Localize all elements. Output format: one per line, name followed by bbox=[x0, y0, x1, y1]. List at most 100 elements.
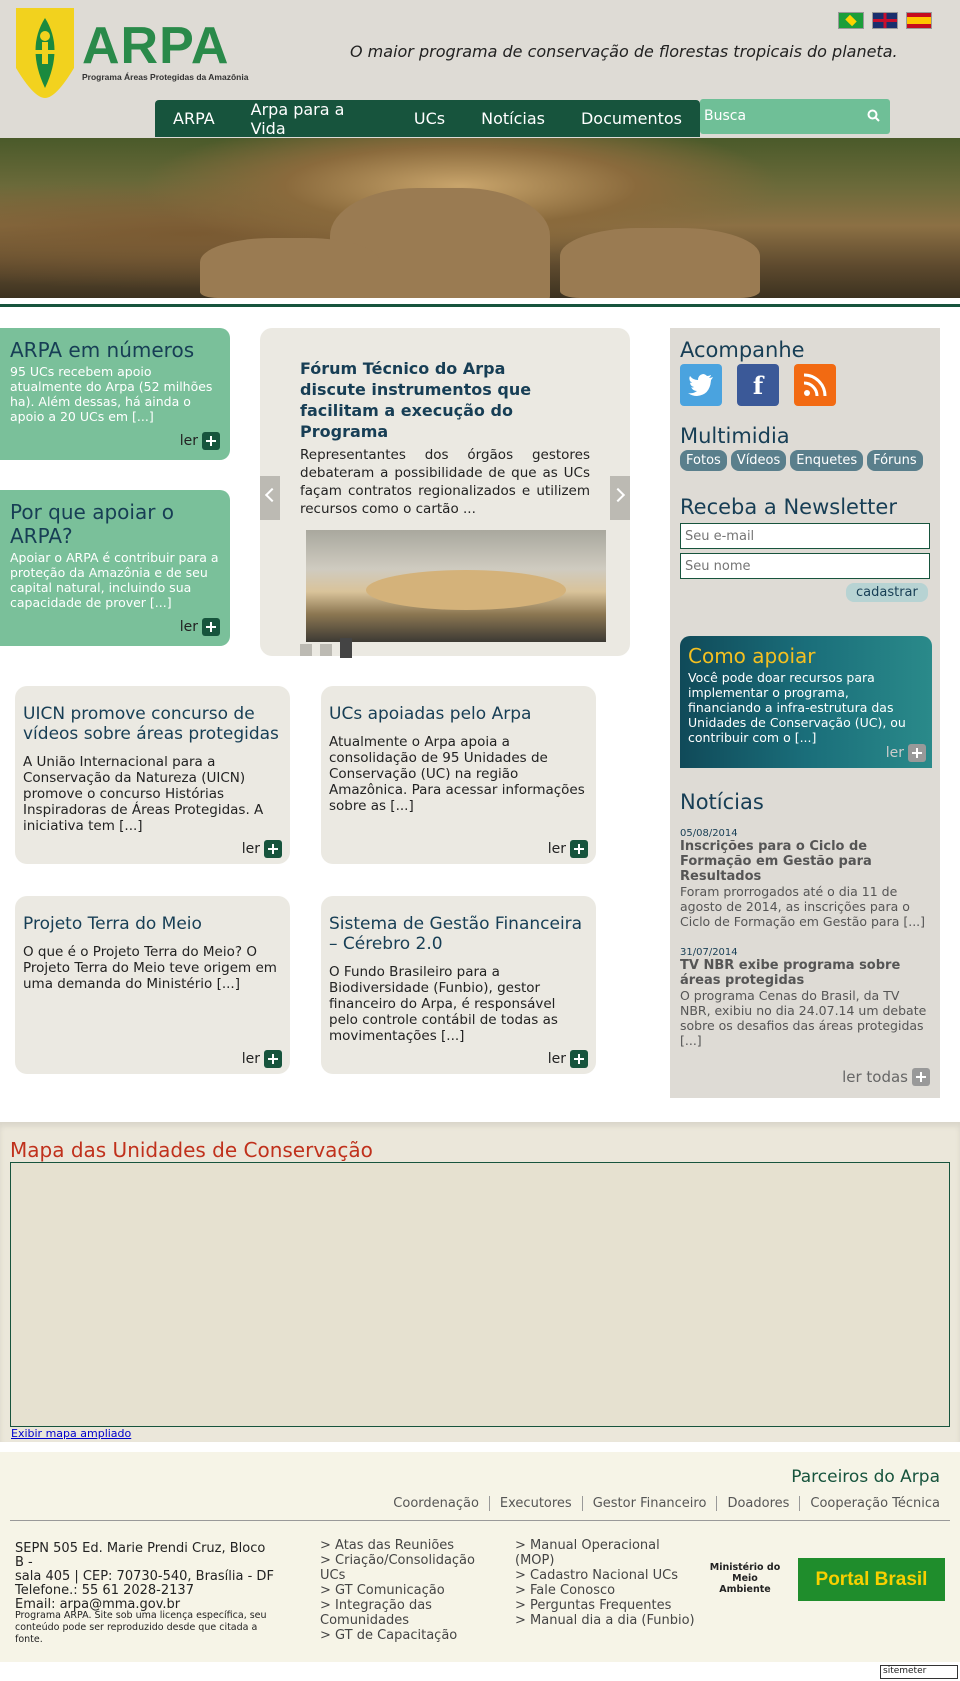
card-text: O Fundo Brasileiro para a Biodiversidade… bbox=[329, 964, 558, 1044]
carousel-pager bbox=[300, 638, 352, 658]
footer-link[interactable]: > Manual Operacional (MOP) bbox=[515, 1538, 695, 1568]
card-title[interactable]: UICN promove concurso de vídeos sobre ár… bbox=[23, 704, 282, 744]
logo-subtitle: Programa Áreas Protegidas da Amazônia bbox=[82, 72, 249, 82]
read-more-link[interactable]: ler bbox=[180, 618, 220, 636]
tag-enquetes[interactable]: Enquetes bbox=[790, 450, 864, 471]
nav-arpa[interactable]: ARPA bbox=[155, 109, 233, 128]
language-flags bbox=[838, 12, 932, 29]
plus-icon bbox=[202, 432, 220, 450]
twitter-icon[interactable] bbox=[680, 364, 722, 406]
news-title[interactable]: TV NBR exibe programa sobre áreas proteg… bbox=[680, 958, 930, 988]
nav-documentos[interactable]: Documentos bbox=[563, 109, 700, 128]
carousel-next-button[interactable] bbox=[610, 476, 630, 520]
tag-fotos[interactable]: Fotos bbox=[680, 450, 727, 471]
footer-link[interactable]: > Integração das Comunidades bbox=[320, 1598, 500, 1628]
exibir-mapa-link[interactable]: Exibir mapa ampliado bbox=[11, 1427, 131, 1440]
carousel-title[interactable]: Fórum Técnico do Arpa discute instrument… bbox=[300, 358, 560, 442]
carousel-dot-active[interactable] bbox=[340, 638, 352, 658]
news-text: O programa Cenas do Brasil, da TV NBR, e… bbox=[680, 988, 927, 1048]
uk-flag-icon[interactable] bbox=[872, 12, 898, 29]
card-title[interactable]: Projeto Terra do Meio bbox=[23, 914, 282, 934]
news-date: 05/08/2014 bbox=[680, 828, 738, 839]
right-sidebar: Acompanhe f Multimidia Fotos Vídeos Enqu… bbox=[670, 328, 940, 1098]
parceiro-gestor-financeiro[interactable]: Gestor Financeiro bbox=[583, 1496, 718, 1511]
rss-icon[interactable] bbox=[794, 364, 836, 406]
card-title[interactable]: Sistema de Gestão Financeira – Cérebro 2… bbox=[329, 914, 588, 954]
tag-foruns[interactable]: Fóruns bbox=[867, 450, 923, 471]
email-field[interactable] bbox=[680, 523, 930, 549]
footer-link[interactable]: > GT Comunicação bbox=[320, 1583, 500, 1598]
card-title[interactable]: UCs apoiadas pelo Arpa bbox=[329, 704, 588, 724]
nav-ucs[interactable]: UCs bbox=[396, 109, 463, 128]
card-text: A União Internacional para a Conservação… bbox=[23, 754, 264, 834]
site-footer: Parceiros do Arpa Coordenação Executores… bbox=[0, 1452, 960, 1662]
news-title[interactable]: Inscrições para o Ciclo de Formação em G… bbox=[680, 839, 930, 884]
parceiro-cooperacao-tecnica[interactable]: Cooperação Técnica bbox=[800, 1496, 950, 1511]
footer-link[interactable]: > Atas das Reuniões bbox=[320, 1538, 500, 1553]
cadastrar-button[interactable]: cadastrar bbox=[846, 583, 928, 602]
carousel-prev-button[interactable] bbox=[260, 476, 280, 520]
carousel-dot[interactable] bbox=[300, 644, 312, 656]
brazil-flag-icon[interactable] bbox=[838, 12, 864, 29]
como-apoiar-box: Como apoiar Você pode doar recursos para… bbox=[680, 636, 932, 768]
footer-link[interactable]: > Manual dia a dia (Funbio) bbox=[515, 1613, 695, 1628]
facebook-icon[interactable]: f bbox=[737, 364, 779, 406]
arpa-logo-icon[interactable] bbox=[16, 8, 74, 98]
ler-todas-label: ler todas bbox=[842, 1068, 908, 1086]
footer-link[interactable]: > GT de Capacitação bbox=[320, 1628, 500, 1643]
box-title[interactable]: ARPA em números bbox=[10, 338, 220, 362]
portal-brasil-logo[interactable]: Portal Brasil bbox=[798, 1558, 945, 1601]
read-more-label: ler bbox=[241, 1051, 260, 1067]
arpa-em-numeros-box: ARPA em números 95 UCs recebem apoio atu… bbox=[0, 328, 230, 460]
footer-link[interactable]: > Fale Conosco bbox=[515, 1583, 695, 1598]
read-more-link[interactable]: ler bbox=[548, 1050, 588, 1068]
name-field[interactable] bbox=[680, 553, 930, 579]
plus-icon bbox=[908, 744, 926, 762]
tag-videos[interactable]: Vídeos bbox=[730, 450, 787, 471]
map-frame[interactable] bbox=[10, 1162, 950, 1427]
footer-divider bbox=[10, 1520, 950, 1521]
parceiro-coordenacao[interactable]: Coordenação bbox=[383, 1496, 490, 1511]
multimidia-tags: Fotos Vídeos Enquetes Fóruns bbox=[680, 450, 930, 471]
read-more-link[interactable]: ler bbox=[886, 744, 926, 762]
divider bbox=[0, 304, 960, 307]
footer-links-col1: > Atas das Reuniões > Criação/Consolidaç… bbox=[320, 1538, 500, 1643]
read-more-link[interactable]: ler bbox=[180, 432, 220, 450]
box-title[interactable]: Por que apoiar o ARPA? bbox=[10, 500, 220, 548]
search-input[interactable] bbox=[704, 105, 854, 127]
parceiro-doadores[interactable]: Doadores bbox=[717, 1496, 801, 1511]
box-text: 95 UCs recebem apoio atualmente do Arpa … bbox=[10, 364, 213, 424]
license-text: Programa ARPA. Site sob uma licença espe… bbox=[15, 1610, 267, 1645]
footer-link[interactable]: > Cadastro Nacional UCs bbox=[515, 1568, 695, 1583]
como-apoiar-title[interactable]: Como apoiar bbox=[688, 644, 924, 668]
address-phone: Telefone.: 55 61 2028-2137 bbox=[15, 1583, 194, 1598]
card-text: Atualmente o Arpa apoia a consolidação d… bbox=[329, 734, 585, 814]
nav-noticias[interactable]: Notícias bbox=[463, 109, 563, 128]
address: SEPN 505 Ed. Marie Prendi Cruz, Bloco B … bbox=[15, 1542, 275, 1612]
spain-flag-icon[interactable] bbox=[906, 12, 932, 29]
map-section: Mapa das Unidades de Conservação Exibir … bbox=[0, 1122, 960, 1442]
read-more-link[interactable]: ler bbox=[242, 1050, 282, 1068]
footer-links-col2: > Manual Operacional (MOP) > Cadastro Na… bbox=[515, 1538, 695, 1628]
mma-logo[interactable]: Ministério do Meio Ambiente bbox=[705, 1562, 785, 1595]
hero-banner-image bbox=[0, 138, 960, 298]
read-more-label: ler bbox=[241, 841, 260, 857]
carousel-photo[interactable] bbox=[306, 530, 606, 642]
news-item: 31/07/2014 TV NBR exibe programa sobre á… bbox=[680, 947, 930, 1048]
plus-icon bbox=[570, 1050, 588, 1068]
read-more-link[interactable]: ler bbox=[242, 840, 282, 858]
social-links: f bbox=[680, 364, 930, 406]
nav-arpa-para-a-vida[interactable]: Arpa para a Vida bbox=[233, 100, 396, 138]
sitemeter-badge[interactable]: sitemeter bbox=[880, 1665, 958, 1679]
carousel-text: Representantes dos órgãos gestores debat… bbox=[300, 447, 590, 517]
search-icon[interactable] bbox=[866, 108, 882, 124]
footer-link[interactable]: > Criação/Consolidação UCs bbox=[320, 1553, 500, 1583]
ler-todas-link[interactable]: ler todas bbox=[842, 1068, 930, 1086]
footer-link[interactable]: > Perguntas Frequentes bbox=[515, 1598, 695, 1613]
read-more-link[interactable]: ler bbox=[548, 840, 588, 858]
logo-text[interactable]: ARPA bbox=[82, 18, 229, 74]
parceiro-executores[interactable]: Executores bbox=[490, 1496, 583, 1511]
carousel-dot[interactable] bbox=[320, 644, 332, 656]
address-line: SEPN 505 Ed. Marie Prendi Cruz, Bloco B … bbox=[15, 1541, 266, 1570]
plus-icon bbox=[570, 840, 588, 858]
